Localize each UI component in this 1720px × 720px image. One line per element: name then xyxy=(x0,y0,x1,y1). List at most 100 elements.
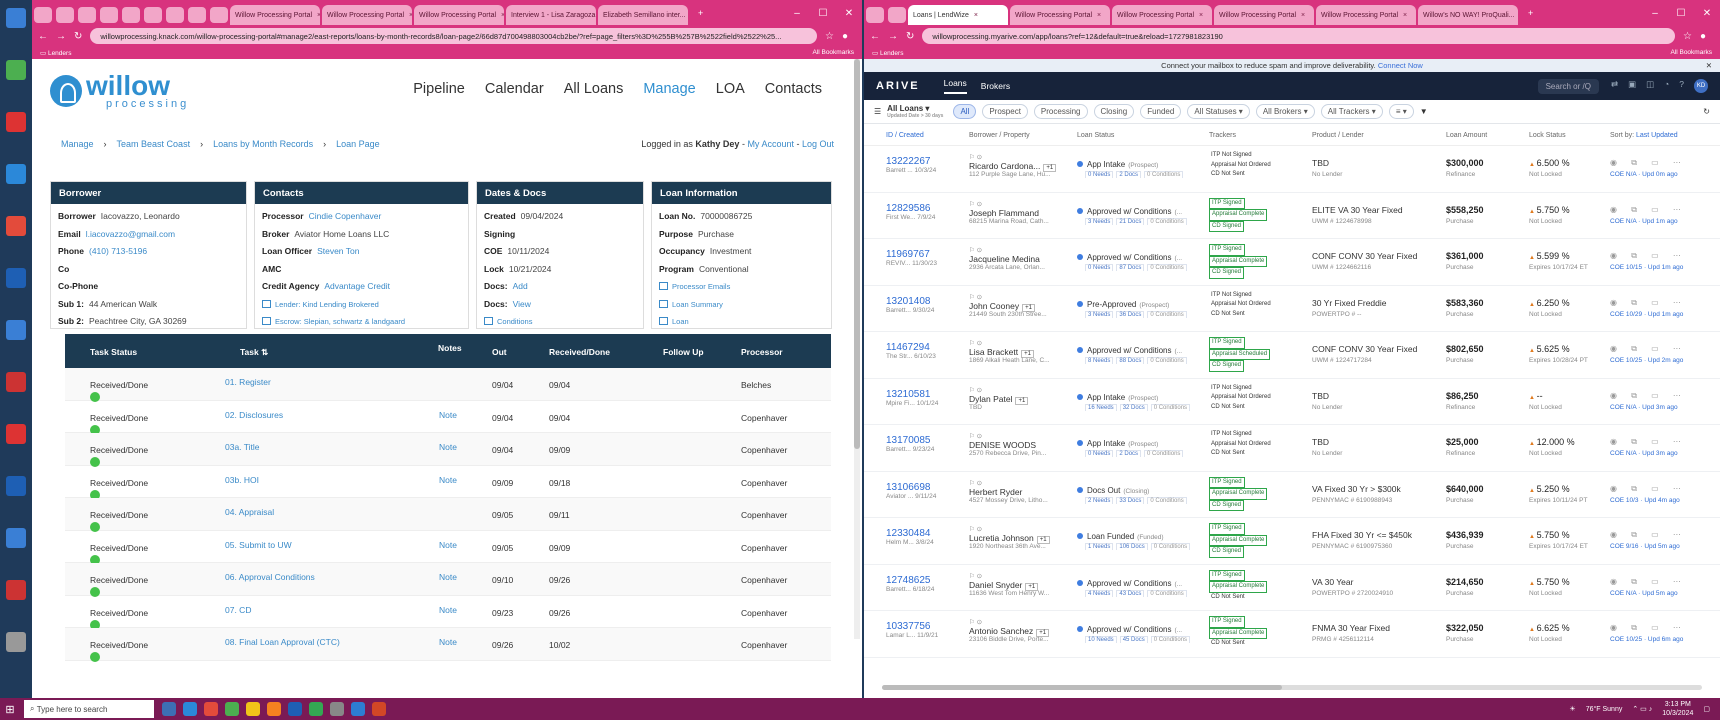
loan-row[interactable]: 13222267 Barrett ... 10/3/24 ⚐ ⊙ Ricardo Ca… xyxy=(864,146,1720,193)
logout-link[interactable]: Log Out xyxy=(802,139,834,149)
pinned-tab[interactable] xyxy=(34,7,52,23)
detail-value[interactable]: (410) 713-5196 xyxy=(89,246,147,256)
task-link[interactable]: 07. CD xyxy=(225,605,251,615)
task-link[interactable]: 08. Final Loan Approval (CTC) xyxy=(225,637,340,647)
profile-icon[interactable]: ● xyxy=(842,31,848,42)
back-icon[interactable]: ← xyxy=(870,31,880,42)
loan-status[interactable]: Approved w/ Conditions (... xyxy=(1077,625,1202,634)
tracker-tag[interactable]: Appraisal Not Ordered xyxy=(1209,161,1273,171)
desktop-shortcut-icon[interactable] xyxy=(6,60,26,80)
col-id[interactable]: ID / Created xyxy=(886,132,924,139)
loan-row[interactable]: 11969767 REVIV... 11/30/23 ⚐ ⊙ Jacqueline M… xyxy=(864,239,1720,286)
dropdown-statuses[interactable]: All Statuses ▾ xyxy=(1187,104,1250,119)
tracker-tag[interactable]: Appraisal Complete xyxy=(1209,581,1268,593)
zoom-icon[interactable] xyxy=(288,702,302,716)
docs-badge[interactable]: 2 Docs xyxy=(1116,450,1142,457)
row-action-icons[interactable]: ◉ ⧉ ▭ ⋯ xyxy=(1610,623,1705,633)
col-borrower[interactable]: Borrower / Property xyxy=(969,132,1030,139)
close-tab-icon[interactable]: × xyxy=(1301,12,1305,19)
lender-link[interactable]: Lender: Kind Lending Brokered xyxy=(275,300,379,309)
col-out[interactable]: Out xyxy=(492,347,507,357)
conditions-badge[interactable]: 0 Conditions xyxy=(1144,450,1184,457)
desktop-shortcut-icon[interactable] xyxy=(6,372,26,392)
nav-contacts[interactable]: Contacts xyxy=(765,81,822,97)
conditions-badge[interactable]: 0 Conditions xyxy=(1150,636,1191,643)
page-scrollbar[interactable] xyxy=(854,59,860,639)
loan-status[interactable]: Approved w/ Conditions (... xyxy=(1077,346,1202,355)
new-tab-button[interactable]: + xyxy=(698,8,703,18)
forward-icon[interactable]: → xyxy=(56,31,66,42)
col-received[interactable]: Received/Done xyxy=(549,347,610,357)
task-link[interactable]: 03a. Title xyxy=(225,442,260,452)
loan-id-link[interactable]: 10337756 xyxy=(886,621,958,632)
loan-id-link[interactable]: 13201408 xyxy=(886,296,958,307)
pinned-tab[interactable] xyxy=(210,7,228,23)
processor-emails-link[interactable]: Processor Emails xyxy=(672,282,730,291)
view-selector[interactable]: All Loans ▾ Updated Date > 30 days xyxy=(887,104,943,119)
tracker-tag[interactable]: ITP Signed xyxy=(1209,337,1245,349)
row-action-icons[interactable]: ◉ ⧉ ▭ ⋯ xyxy=(1610,205,1705,215)
all-bookmarks-button[interactable]: All Bookmarks xyxy=(812,49,854,56)
tracker-tag[interactable]: CD Not Sent xyxy=(1209,170,1247,180)
loan-status[interactable]: Approved w/ Conditions (... xyxy=(1077,253,1202,262)
browser-tab[interactable]: Elizabeth Semillano inter...× xyxy=(598,5,688,25)
close-icon[interactable]: ✕ xyxy=(1706,61,1712,70)
loan-row[interactable]: 12748625 Barrett... 6/18/24 ⚐ ⊙ Daniel Snyd… xyxy=(864,565,1720,611)
borrower-name[interactable]: Jacqueline Medina xyxy=(969,254,1074,264)
reload-icon[interactable]: ↻ xyxy=(74,31,82,42)
tracker-tag[interactable]: ITP Not Signed xyxy=(1209,384,1254,394)
loan-id-link[interactable]: 12829586 xyxy=(886,203,958,214)
loan-row[interactable]: 13201408 Barrett... 9/30/24 ⚐ ⊙ John Cooney… xyxy=(864,286,1720,332)
bell-icon[interactable]: ◔ xyxy=(1664,79,1669,93)
col-amount[interactable]: Loan Amount xyxy=(1446,132,1487,139)
more-filter-button[interactable]: ≡ ▾ xyxy=(1388,104,1414,119)
col-lock[interactable]: Lock Status xyxy=(1529,132,1566,139)
col-processor[interactable]: Processor xyxy=(741,347,783,357)
tracker-tag[interactable]: Appraisal Complete xyxy=(1209,627,1268,639)
browser-tab[interactable]: Willow's NO WAY! ProQuali...× xyxy=(1418,5,1518,25)
breadcrumb-loans-by-month[interactable]: Loans by Month Records xyxy=(213,139,313,149)
escrow-link[interactable]: Escrow: Slepian, schwartz & landgaard xyxy=(275,317,405,326)
docs-badge[interactable]: 36 Docs xyxy=(1116,310,1145,318)
needs-badge[interactable]: 10 Needs xyxy=(1085,636,1117,643)
loan-status[interactable]: App Intake (Prospect) xyxy=(1077,393,1202,402)
desktop-shortcut-icon[interactable] xyxy=(6,528,26,548)
col-product[interactable]: Product / Lender xyxy=(1312,132,1364,139)
task-row[interactable]: Received/Done 02. Disclosures Note 09/04 09/… xyxy=(65,401,831,435)
taskbar-search[interactable]: ⌕ Type here to search xyxy=(24,700,154,718)
breadcrumb-loan-page[interactable]: Loan Page xyxy=(336,139,380,149)
loan-status[interactable]: App Intake (Prospect) xyxy=(1077,160,1202,169)
conditions-badge[interactable]: 0 Conditions xyxy=(1147,357,1187,364)
row-action-icons[interactable]: ◉ ⧉ ▭ ⋯ xyxy=(1610,484,1705,494)
pinned-tab[interactable] xyxy=(866,7,884,23)
task-row[interactable]: Received/Done 07. CD Note 09/23 09/26 Copenha… xyxy=(65,596,831,630)
borrower-name[interactable]: Joseph Flammand xyxy=(969,208,1074,218)
minimize-icon[interactable]: – xyxy=(784,8,810,19)
borrower-name[interactable]: Lisa Brackett +1 xyxy=(969,347,1074,358)
app-icon[interactable] xyxy=(267,702,281,716)
note-link[interactable]: Note xyxy=(439,475,457,485)
tab-loans[interactable]: Loans xyxy=(943,78,967,94)
loan-status[interactable]: Docs Out (Closing) xyxy=(1077,486,1202,495)
loan-status[interactable]: Approved w/ Conditions (... xyxy=(1077,579,1202,588)
borrower-name[interactable]: DENISE WOODS xyxy=(969,440,1074,450)
needs-badge[interactable]: 8 Needs xyxy=(1085,357,1114,364)
col-trackers[interactable]: Trackers xyxy=(1209,132,1236,139)
loan-id-link[interactable]: 11969767 xyxy=(886,249,958,260)
reload-icon[interactable]: ↻ xyxy=(906,31,914,42)
tracker-tag[interactable]: Appraisal Complete xyxy=(1209,488,1268,500)
conditions-badge[interactable]: 0 Conditions xyxy=(1147,310,1187,318)
minimize-icon[interactable]: – xyxy=(1642,8,1668,19)
star-icon[interactable]: ☆ xyxy=(825,31,834,42)
pinned-tab[interactable] xyxy=(888,7,906,23)
desktop-shortcut-icon[interactable] xyxy=(6,268,26,288)
pinned-tab[interactable] xyxy=(144,7,162,23)
loan-link[interactable]: Loan xyxy=(672,317,689,326)
conditions-badge[interactable]: 0 Conditions xyxy=(1147,589,1187,597)
desktop-shortcut-icon[interactable] xyxy=(6,216,26,236)
filter-processing[interactable]: Processing xyxy=(1033,104,1088,119)
tracker-tag[interactable]: Appraisal Complete xyxy=(1209,534,1268,546)
tracker-tag[interactable]: ITP Signed xyxy=(1209,476,1245,488)
note-link[interactable]: Note xyxy=(439,637,457,647)
close-tab-icon[interactable]: × xyxy=(317,12,320,19)
